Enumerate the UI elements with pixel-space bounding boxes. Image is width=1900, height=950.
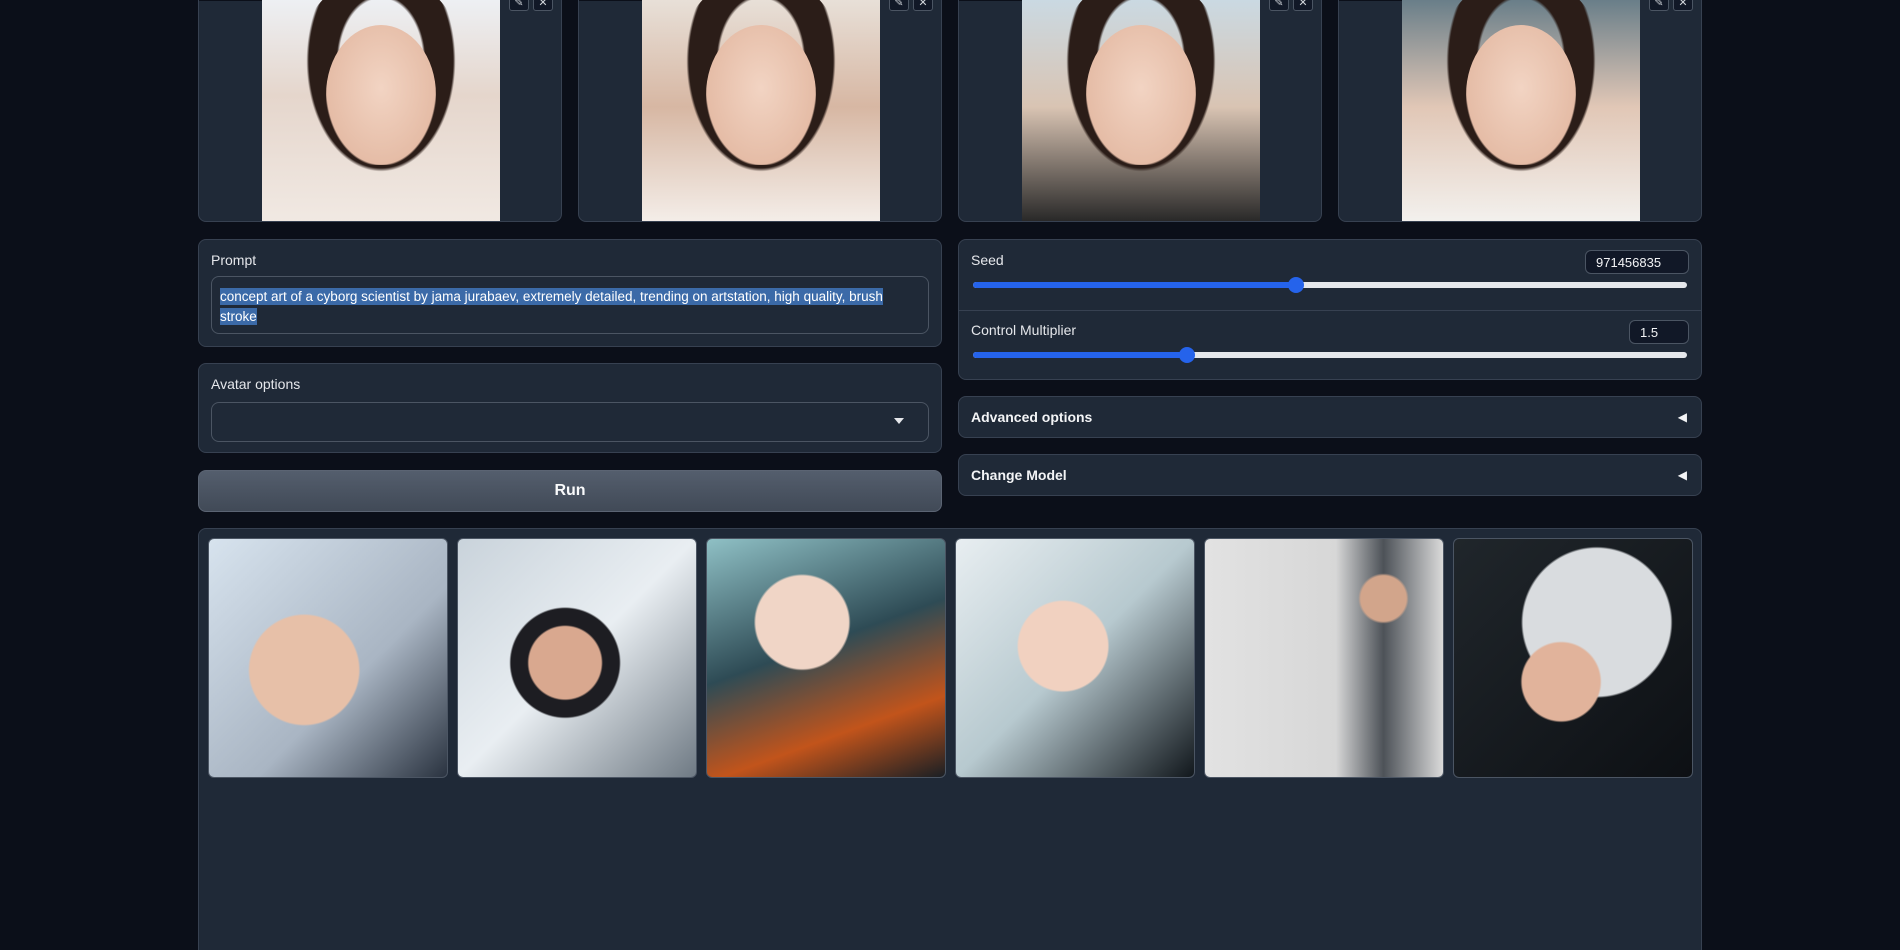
sliders-panel: Seed 971456835 Control Multiplier 1.5 bbox=[958, 239, 1702, 380]
gallery-image-1[interactable] bbox=[208, 538, 448, 778]
prompt-label: Prompt bbox=[211, 252, 257, 268]
image-tools: ✎ ✕ bbox=[1269, 0, 1313, 11]
control-multiplier-slider-thumb[interactable] bbox=[1179, 347, 1196, 363]
output-gallery bbox=[198, 528, 1702, 950]
image-label-tab bbox=[579, 0, 647, 1]
close-icon[interactable]: ✕ bbox=[1293, 0, 1313, 11]
gallery-image-5[interactable] bbox=[1204, 538, 1444, 778]
advanced-options-accordion[interactable]: Advanced options ◀ bbox=[958, 396, 1702, 438]
gallery-image-3[interactable] bbox=[706, 538, 946, 778]
seed-label: Seed bbox=[971, 252, 1004, 268]
change-model-accordion[interactable]: Change Model ◀ bbox=[958, 454, 1702, 496]
chevron-down-icon bbox=[894, 418, 904, 424]
control-multiplier-label: Control Multiplier bbox=[971, 322, 1077, 338]
close-icon[interactable]: ✕ bbox=[533, 0, 553, 11]
face-shape bbox=[1086, 25, 1196, 166]
caret-left-icon: ◀ bbox=[1677, 410, 1687, 424]
control-multiplier-number-input[interactable]: 1.5 bbox=[1629, 320, 1689, 344]
run-button[interactable]: Run bbox=[198, 470, 942, 512]
prompt-text: concept art of a cyborg scientist by jam… bbox=[220, 288, 883, 325]
avatar-dropdown[interactable] bbox=[211, 402, 929, 442]
image-tools: ✎ ✕ bbox=[509, 0, 553, 11]
change-model-label: Change Model bbox=[971, 467, 1067, 483]
edit-icon[interactable]: ✎ bbox=[509, 0, 529, 11]
input-image-panel-4[interactable]: ✎ ✕ bbox=[1338, 0, 1702, 222]
prompt-panel: Prompt concept art of a cyborg scientist… bbox=[198, 239, 942, 347]
input-image-3 bbox=[1022, 0, 1260, 221]
face-shape bbox=[326, 25, 436, 166]
control-multiplier-slider-fill bbox=[973, 352, 1188, 358]
prompt-input[interactable]: concept art of a cyborg scientist by jam… bbox=[211, 276, 929, 334]
seed-slider-thumb[interactable] bbox=[1287, 277, 1304, 293]
close-icon[interactable]: ✕ bbox=[1673, 0, 1693, 11]
seed-slider[interactable] bbox=[973, 277, 1687, 293]
image-tools: ✎ ✕ bbox=[889, 0, 933, 11]
gallery-image-2[interactable] bbox=[457, 538, 697, 778]
input-image-2 bbox=[642, 0, 880, 221]
input-image-4 bbox=[1402, 0, 1640, 221]
input-image-panel-2[interactable]: ✎ ✕ bbox=[578, 0, 942, 222]
face-shape bbox=[706, 25, 816, 166]
advanced-options-label: Advanced options bbox=[971, 409, 1093, 425]
gallery-image-4[interactable] bbox=[955, 538, 1195, 778]
face-shape bbox=[1466, 25, 1576, 166]
image-label-tab bbox=[1339, 0, 1407, 1]
input-image-panel-3[interactable]: ✎ ✕ bbox=[958, 0, 1322, 222]
image-tools: ✎ ✕ bbox=[1649, 0, 1693, 11]
seed-number-input[interactable]: 971456835 bbox=[1585, 250, 1689, 274]
close-icon[interactable]: ✕ bbox=[913, 0, 933, 11]
divider bbox=[959, 310, 1701, 311]
image-label-tab bbox=[959, 0, 1027, 1]
seed-slider-fill bbox=[973, 282, 1296, 288]
image-label-tab bbox=[199, 0, 267, 1]
caret-left-icon: ◀ bbox=[1677, 468, 1687, 482]
gallery-image-6[interactable] bbox=[1453, 538, 1693, 778]
avatar-panel: Avatar options bbox=[198, 363, 942, 453]
edit-icon[interactable]: ✎ bbox=[1269, 0, 1289, 11]
input-image-panel-1[interactable]: ✎ ✕ bbox=[198, 0, 562, 222]
control-multiplier-slider[interactable] bbox=[973, 347, 1687, 363]
edit-icon[interactable]: ✎ bbox=[889, 0, 909, 11]
edit-icon[interactable]: ✎ bbox=[1649, 0, 1669, 11]
input-image-1 bbox=[262, 0, 500, 221]
avatar-label: Avatar options bbox=[211, 376, 301, 392]
